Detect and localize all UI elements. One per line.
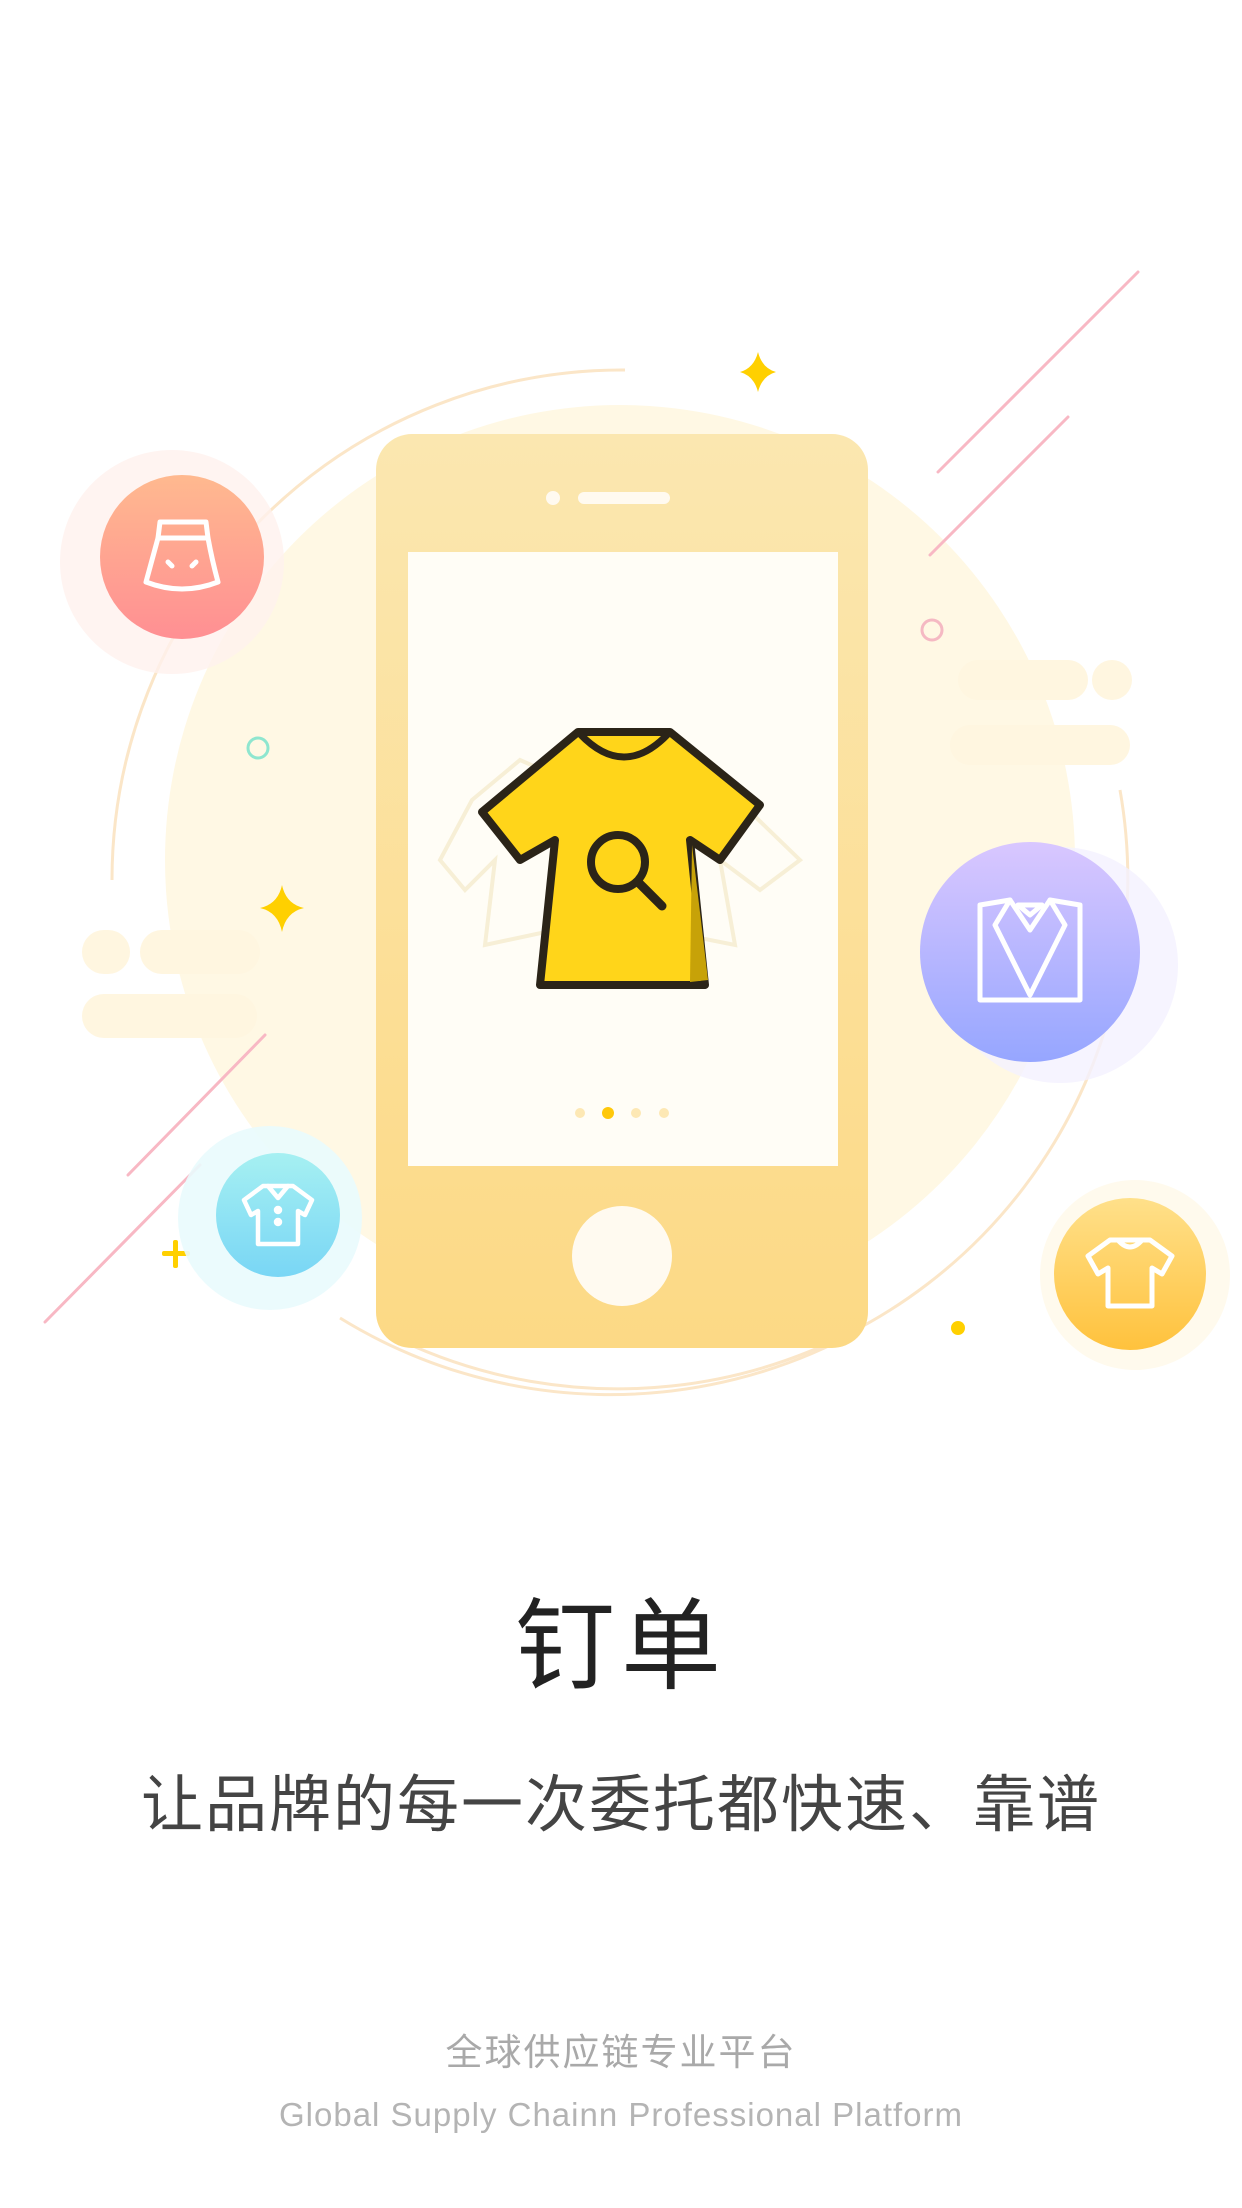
tshirt-bubble (1040, 1180, 1230, 1370)
shirt-bubble (178, 1126, 362, 1310)
skirt-bubble (60, 450, 284, 674)
page-title: 钉单 (515, 1588, 727, 1705)
footer-slogan-cn: 全球供应链专业平台 (445, 2031, 797, 2074)
carousel-dot-active (602, 1107, 614, 1119)
carousel-dot (659, 1108, 669, 1118)
carousel-dot (631, 1108, 641, 1118)
onboarding-illustration (43, 270, 1230, 1397)
carousel-dot (575, 1108, 585, 1118)
page-subtitle: 让品牌的每一次委托都快速、靠谱 (140, 1768, 1101, 1841)
onboarding-page: 钉单 让品牌的每一次委托都快速、靠谱 全球供应链专业平台 Global Supp… (0, 0, 1242, 2208)
footer-slogan-en: Global Supply Chainn Professional Platfo… (278, 2096, 963, 2133)
